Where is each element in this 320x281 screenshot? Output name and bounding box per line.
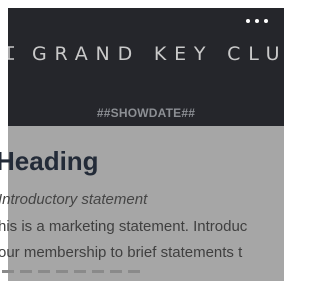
email-header: GRAND KEY CLU ##SHOWDATE## bbox=[8, 8, 284, 126]
logo-key-icon bbox=[8, 46, 14, 60]
paragraph-line: his is a marketing statement. Introduc bbox=[0, 218, 248, 235]
dot-icon bbox=[255, 19, 259, 23]
email-preview-card: GRAND KEY CLU ##SHOWDATE## bbox=[8, 8, 284, 281]
page-heading: Heading bbox=[0, 146, 99, 176]
dot-icon bbox=[264, 19, 268, 23]
show-date-placeholder: ##SHOWDATE## bbox=[96, 106, 196, 120]
intro-statement: Introductory statement bbox=[0, 191, 148, 208]
more-options-button[interactable] bbox=[246, 14, 268, 28]
paragraph-line: our membership to brief statements t bbox=[0, 244, 243, 261]
brand-logo-text: GRAND KEY CLU bbox=[32, 43, 284, 65]
dot-icon bbox=[246, 19, 250, 23]
cropped-text-line bbox=[2, 270, 142, 273]
